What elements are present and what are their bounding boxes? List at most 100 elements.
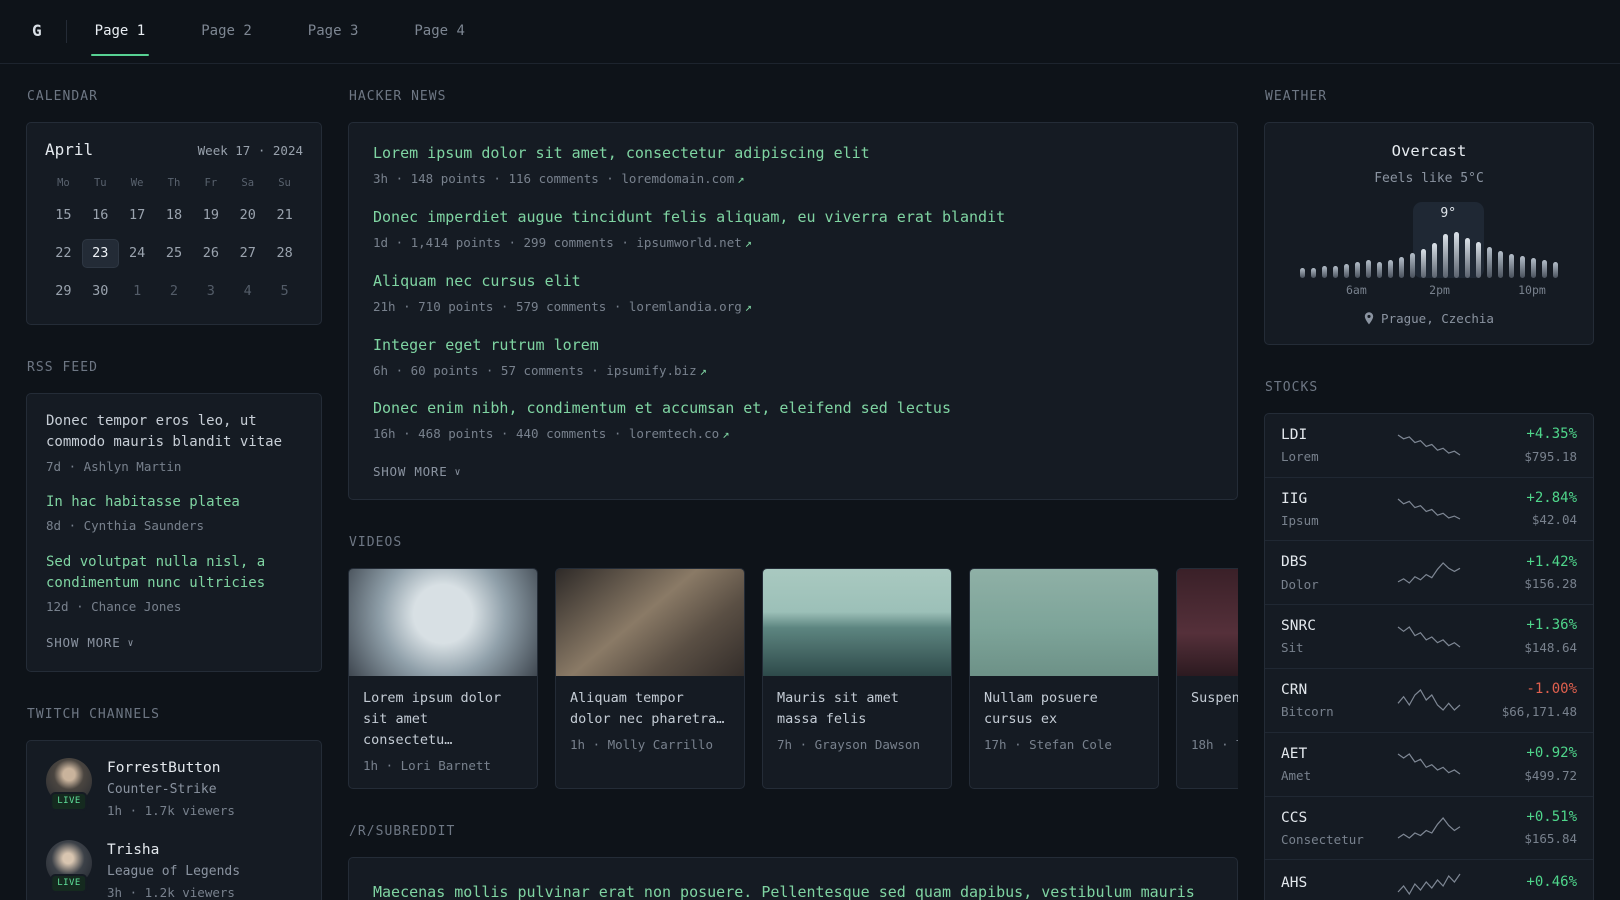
show-more-label: SHOW MORE — [46, 634, 121, 650]
external-link-icon[interactable]: ↗ — [700, 364, 707, 378]
hackernews-item: Aliquam nec cursus elit 21h · 710 points… — [373, 271, 1213, 316]
twitch-channel-game[interactable]: Counter-Strike — [107, 781, 235, 799]
stock-row[interactable]: IIG Ipsum +2.84% $42.04 — [1265, 476, 1593, 541]
video-title[interactable]: Nullam posuere cursus ex — [984, 688, 1144, 730]
video-title[interactable]: Mauris sit amet massa felis — [777, 688, 937, 730]
rss-show-more-button[interactable]: SHOW MORE ∨ — [46, 633, 134, 652]
video-card[interactable]: Nullam posuere cursus ex 17h · Stefan Co… — [969, 567, 1159, 790]
twitch-channel: LIVE ForrestButton Counter-Strike 1h · 1… — [46, 757, 302, 820]
calendar-day[interactable]: 21 — [266, 201, 303, 230]
video-title[interactable]: Suspendisse diam — [1191, 688, 1238, 730]
calendar-day[interactable]: 26 — [192, 239, 229, 268]
calendar-day[interactable]: 15 — [45, 201, 82, 230]
stock-id: CCS Consectetur — [1281, 808, 1377, 849]
external-link-icon[interactable]: ↗ — [737, 172, 744, 186]
stock-change: +0.46% — [1526, 874, 1577, 891]
calendar-day[interactable]: 29 — [45, 277, 82, 306]
stock-ticker: AHS — [1281, 874, 1308, 891]
calendar-day[interactable]: 30 — [82, 277, 119, 306]
avatar[interactable]: LIVE — [46, 757, 92, 811]
calendar-day[interactable]: 27 — [229, 239, 266, 268]
weather-feels-like: Feels like 5°C — [1374, 170, 1484, 186]
right-column: WEATHER Overcast Feels like 5°C 9° 6am 2p… — [1264, 88, 1594, 900]
middle-column: HACKER NEWS Lorem ipsum dolor sit amet, … — [348, 88, 1238, 900]
sparkline-svg — [1397, 816, 1461, 839]
hackernews-show-more-button[interactable]: SHOW MORE ∨ — [373, 462, 461, 481]
page-tab[interactable]: Page 2 — [199, 18, 254, 46]
stock-row[interactable]: AET Amet +0.92% $499.72 — [1265, 731, 1593, 796]
external-link-icon[interactable]: ↗ — [745, 236, 752, 250]
rss-item-meta: 7d · Ashlyn Martin — [46, 458, 182, 474]
video-meta: 7h · Grayson Dawson — [777, 736, 920, 752]
rss-item-title[interactable]: In hac habitasse platea — [46, 492, 302, 513]
stock-change: +0.92% — [1526, 745, 1577, 762]
video-title[interactable]: Aliquam tempor dolor nec pharetra… — [570, 688, 730, 730]
weather-bar — [1388, 260, 1393, 279]
app-logo[interactable]: G — [32, 20, 67, 43]
weather-bar — [1465, 238, 1470, 279]
weather-bar — [1553, 262, 1558, 279]
hackernews-item-title[interactable]: Donec enim nibh, condimentum et accumsan… — [373, 398, 1213, 419]
video-card[interactable]: Lorem ipsum dolor sit amet consectetu… 1… — [348, 567, 538, 790]
calendar-day[interactable]: 5 — [266, 277, 303, 306]
dashboard: CALENDAR April Week 17 · 2024 Mo Tu We T… — [0, 64, 1620, 900]
twitch-channel-info: Trisha League of Legends 3h · 1.2k viewe… — [107, 840, 240, 900]
rss-item: Donec tempor eros leo, ut commodo mauris… — [46, 411, 302, 475]
stock-id: AHS — [1281, 873, 1377, 896]
hackernews-item-title[interactable]: Lorem ipsum dolor sit amet, consectetur … — [373, 143, 1213, 164]
video-meta: 1h · Lori Barnett — [363, 757, 491, 773]
rss-item-title[interactable]: Sed volutpat nulla nisl, a condimentum n… — [46, 552, 302, 595]
calendar-widget: CALENDAR April Week 17 · 2024 Mo Tu We T… — [26, 88, 322, 325]
video-title[interactable]: Lorem ipsum dolor sit amet consectetu… — [363, 688, 523, 751]
calendar-day[interactable]: 17 — [119, 201, 156, 230]
hackernews-item-title[interactable]: Aliquam nec cursus elit — [373, 271, 1213, 292]
avatar[interactable]: LIVE — [46, 839, 92, 893]
stock-row[interactable]: AHS +0.46% — [1265, 859, 1593, 900]
page-tab[interactable]: Page 4 — [412, 18, 467, 46]
twitch-channel-game[interactable]: League of Legends — [107, 863, 240, 881]
calendar-day[interactable]: 2 — [156, 277, 193, 306]
calendar-day[interactable]: 20 — [229, 201, 266, 230]
stock-ticker: IIG — [1281, 490, 1308, 507]
sparkline-svg — [1397, 561, 1461, 584]
page-tab[interactable]: Page 1 — [90, 18, 149, 56]
stock-row[interactable]: CCS Consectetur +0.51% $165.84 — [1265, 795, 1593, 860]
video-card[interactable]: Aliquam tempor dolor nec pharetra… 1h · … — [555, 567, 745, 790]
external-link-icon[interactable]: ↗ — [745, 300, 752, 314]
calendar-day[interactable]: 28 — [266, 239, 303, 268]
stock-row[interactable]: SNRC Sit +1.36% $148.64 — [1265, 604, 1593, 668]
calendar-day[interactable]: 19 — [192, 201, 229, 230]
twitch-channel-name[interactable]: ForrestButton — [107, 758, 235, 778]
weather-bar — [1311, 268, 1316, 279]
video-card[interactable]: Suspendisse diam 18h · Tara — [1176, 567, 1238, 790]
stock-row[interactable]: CRN Bitcorn -1.00% $66,171.48 — [1265, 667, 1593, 732]
stock-sparkline — [1387, 624, 1471, 650]
video-card[interactable]: Mauris sit amet massa felis 7h · Grayson… — [762, 567, 952, 790]
rss-item-title[interactable]: Donec tempor eros leo, ut commodo mauris… — [46, 411, 302, 454]
chevron-down-icon: ∨ — [127, 637, 135, 649]
weather-bar — [1322, 266, 1327, 279]
calendar-day[interactable]: 22 — [45, 239, 82, 268]
left-column: CALENDAR April Week 17 · 2024 Mo Tu We T… — [26, 88, 322, 900]
page-tab[interactable]: Page 3 — [306, 18, 361, 46]
hackernews-item-meta-text: 1d · 1,414 points · 299 comments · ipsum… — [373, 234, 742, 250]
calendar-day[interactable]: 24 — [119, 239, 156, 268]
stock-price: $148.64 — [1524, 640, 1577, 656]
external-link-icon[interactable]: ↗ — [722, 427, 729, 441]
stock-row[interactable]: DBS Dolor +1.42% $156.28 — [1265, 540, 1593, 604]
stock-values: +0.46% — [1481, 873, 1577, 896]
stock-row[interactable]: LDI Lorem +4.35% $795.18 — [1265, 414, 1593, 477]
calendar-grid: Mo Tu We Th Fr Sa Su 15 16 17 18 19 20 2… — [45, 176, 303, 306]
hackernews-item-title[interactable]: Donec imperdiet augue tincidunt felis al… — [373, 207, 1213, 228]
calendar-day[interactable]: 25 — [156, 239, 193, 268]
calendar-day[interactable]: 16 — [82, 201, 119, 230]
calendar-day[interactable]: 23 — [81, 239, 119, 269]
rss-item: In hac habitasse platea 8d · Cynthia Sau… — [46, 492, 302, 535]
calendar-day[interactable]: 3 — [192, 277, 229, 306]
calendar-day[interactable]: 1 — [119, 277, 156, 306]
calendar-day[interactable]: 18 — [156, 201, 193, 230]
subreddit-post-title[interactable]: Maecenas mollis pulvinar erat non posuer… — [373, 880, 1213, 900]
hackernews-item-title[interactable]: Integer eget rutrum lorem — [373, 335, 1213, 356]
twitch-channel-name[interactable]: Trisha — [107, 840, 240, 860]
calendar-day[interactable]: 4 — [229, 277, 266, 306]
